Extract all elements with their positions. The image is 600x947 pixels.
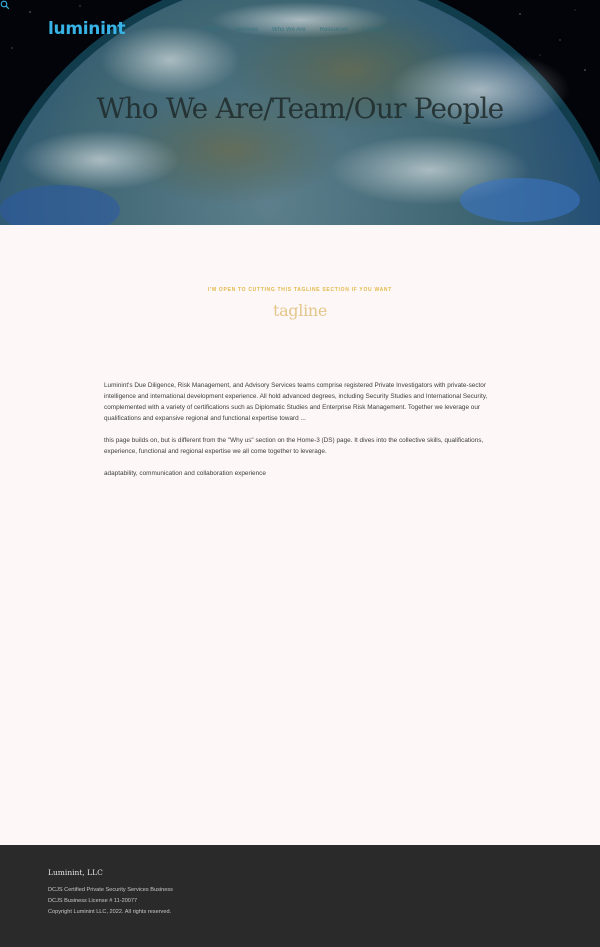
top-navigation: luminint Home Services Who We Are Resour… (0, 0, 600, 60)
body-text: Luminint's Due Diligence, Risk Managemen… (104, 380, 496, 490)
site-logo[interactable]: luminint (48, 19, 126, 39)
paragraph: adaptability, communication and collabor… (104, 470, 266, 477)
section-kicker: I'M OPEN TO CUTTING THIS TAGLINE SECTION… (208, 287, 392, 293)
page-title: Who We Are/Team/Our People (96, 92, 505, 125)
footer-line-copyright: Copyright Luminint LLC, 2022. All rights… (48, 909, 172, 915)
footer-line-license: DCJS Business License # 11-20077 (48, 898, 138, 904)
nav-link-who-we-are[interactable]: Who We Are (272, 27, 306, 33)
hero-banner: luminint Home Services Who We Are Resour… (0, 0, 600, 225)
paragraph: Luminint's Due Diligence, Risk Managemen… (104, 382, 488, 422)
nav-link-contact[interactable]: Contact (362, 27, 383, 33)
nav-menu: Home Services Who We Are Resources Conta… (205, 27, 383, 33)
section-tagline: tagline (272, 301, 328, 320)
nav-link-home[interactable]: Home (205, 27, 221, 33)
footer-company-name: Luminint, LLC (48, 868, 103, 877)
site-footer: Luminint, LLC DCJS Certified Private Sec… (0, 845, 600, 947)
footer-line-certification: DCJS Certified Private Security Services… (48, 887, 173, 893)
footer-info: DCJS Certified Private Security Services… (48, 885, 173, 918)
nav-link-resources[interactable]: Resources (320, 27, 349, 33)
paragraph: this page builds on, but is different fr… (104, 437, 484, 455)
nav-link-services[interactable]: Services (235, 27, 258, 33)
search-icon[interactable] (0, 0, 10, 10)
main-content: I'M OPEN TO CUTTING THIS TAGLINE SECTION… (0, 225, 600, 845)
